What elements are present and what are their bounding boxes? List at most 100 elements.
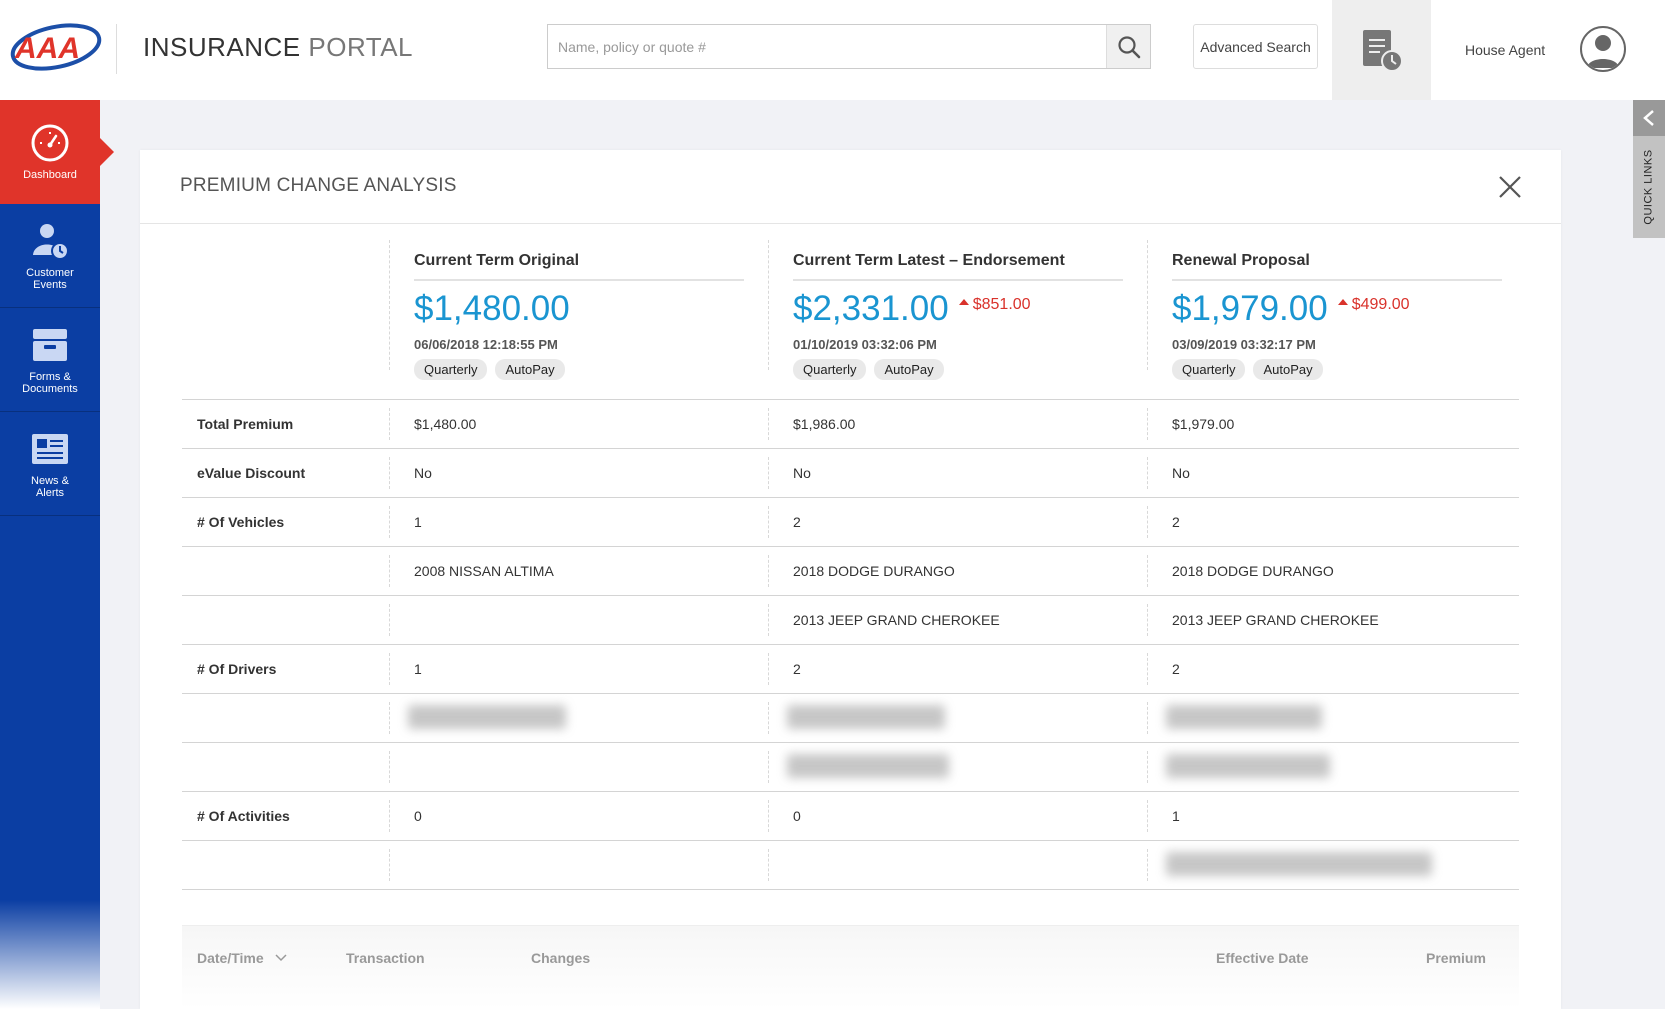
sidebar-item-customer-events[interactable]: Customer Events [0, 204, 100, 308]
cell-divider [1147, 849, 1148, 881]
column-timestamp: 06/06/2018 12:18:55 PM [414, 337, 558, 352]
payment-frequency-pill: Quarterly [1172, 359, 1246, 380]
row-label: # Of Drivers [197, 661, 277, 677]
aaa-logo[interactable]: AAA [8, 22, 104, 80]
cell-divider [1147, 800, 1148, 832]
payment-frequency-pill: Quarterly [793, 359, 867, 380]
table-cell: $1,480.00 [414, 416, 477, 432]
cell-divider [768, 849, 769, 881]
table-cell: 0 [414, 808, 422, 824]
redacted-activity [1166, 852, 1432, 876]
close-icon [1499, 176, 1521, 198]
cell-divider [768, 604, 769, 636]
column-divider [389, 240, 390, 370]
cell-divider [768, 751, 769, 783]
table-cell: 2 [793, 661, 801, 677]
row-label: eValue Discount [197, 465, 306, 481]
premium-price: $1,480.00 [414, 289, 570, 328]
table-row-vehicles: # Of Vehicles 1 2 2 [182, 498, 1519, 547]
cell-divider [768, 555, 769, 587]
price-row: $2,331.00 $851.00 [793, 289, 1123, 329]
document-clock-icon [1362, 30, 1403, 72]
cell-divider [1147, 751, 1148, 783]
table-row-driver-1 [182, 694, 1519, 743]
cell-divider [389, 653, 390, 685]
premium-header[interactable]: Premium [1426, 950, 1486, 966]
pill-group: Quarterly AutoPay [1172, 359, 1502, 380]
table-row-evalue-discount: eValue Discount No No No [182, 449, 1519, 498]
table-cell: No [793, 465, 811, 481]
table-cell: $1,979.00 [1172, 416, 1235, 432]
close-button[interactable] [1495, 172, 1525, 202]
table-cell: 0 [793, 808, 801, 824]
sidebar: Dashboard Customer Events Forms & Docume… [0, 100, 114, 1009]
pill-group: Quarterly AutoPay [793, 359, 1123, 380]
column-header-current-original: Current Term Original $1,480.00 06/06/20… [414, 240, 744, 380]
premium-price: $1,979.00 [1172, 289, 1328, 328]
cell-divider [768, 457, 769, 489]
table-cell: 1 [414, 661, 422, 677]
table-cell: 2008 NISSAN ALTIMA [414, 563, 554, 579]
sidebar-item-dashboard[interactable]: Dashboard [0, 100, 114, 204]
price-row: $1,979.00 $499.00 [1172, 289, 1502, 329]
changes-header[interactable]: Changes [531, 950, 590, 966]
autopay-pill: AutoPay [1253, 359, 1323, 380]
column-divider [768, 240, 769, 370]
column-divider [1147, 240, 1148, 370]
table-cell: 2 [1172, 514, 1180, 530]
column-header-renewal-proposal: Renewal Proposal $1,979.00 $499.00 03/09… [1172, 240, 1502, 380]
autopay-pill: AutoPay [495, 359, 565, 380]
table-cell: No [414, 465, 432, 481]
search-button[interactable] [1106, 25, 1150, 68]
user-name: House Agent [1465, 42, 1546, 58]
column-title: Renewal Proposal [1172, 252, 1502, 281]
cell-divider [389, 702, 390, 734]
table-cell: 2 [1172, 661, 1180, 677]
table-cell: No [1172, 465, 1190, 481]
portal-title-light: PORTAL [308, 32, 414, 62]
increase-arrow-icon [1337, 299, 1348, 305]
user-avatar[interactable] [1580, 26, 1626, 72]
transactions-table-header: Date/Time Transaction Changes Effective … [182, 925, 1519, 1009]
sidebar-item-forms-documents[interactable]: Forms & Documents [0, 308, 100, 412]
cell-divider [389, 555, 390, 587]
panel-divider [140, 223, 1561, 224]
chevron-left-icon[interactable] [1633, 100, 1665, 136]
cell-divider [768, 653, 769, 685]
cell-divider [768, 800, 769, 832]
pill-group: Quarterly AutoPay [414, 359, 744, 380]
cell-divider [1147, 408, 1148, 440]
table-cell: 1 [1172, 808, 1180, 824]
newspaper-icon [32, 433, 68, 464]
portal-title-strong: INSURANCE [143, 32, 301, 62]
quick-links-tab[interactable]: QUICK LINKS [1633, 100, 1665, 238]
panel-title: PREMIUM CHANGE ANALYSIS [180, 175, 457, 196]
top-header: AAA INSURANCE PORTAL Advanced Search Hou… [0, 0, 1665, 100]
search-input[interactable] [548, 25, 1108, 68]
effective-date-header[interactable]: Effective Date [1216, 950, 1309, 966]
table-row-vehicle-2: 2013 JEEP GRAND CHEROKEE 2013 JEEP GRAND… [182, 596, 1519, 645]
cell-divider [389, 849, 390, 881]
cell-divider [389, 506, 390, 538]
table-row-total-premium: Total Premium $1,480.00 $1,986.00 $1,979… [182, 400, 1519, 449]
cell-divider [768, 408, 769, 440]
column-title: Current Term Original [414, 252, 744, 281]
gauge-icon [31, 124, 69, 162]
table-cell: 2013 JEEP GRAND CHEROKEE [793, 612, 1000, 628]
autopay-pill: AutoPay [874, 359, 944, 380]
quick-links-label-box[interactable]: QUICK LINKS [1633, 136, 1665, 238]
quick-links-label: QUICK LINKS [1643, 149, 1655, 225]
premium-delta: $851.00 [958, 296, 1031, 314]
transaction-header[interactable]: Transaction [346, 950, 425, 966]
redacted-driver-name [1166, 754, 1330, 778]
user-clock-icon [33, 223, 69, 260]
recent-documents-button[interactable] [1332, 0, 1431, 100]
cell-divider [768, 506, 769, 538]
premium-delta: $499.00 [1337, 296, 1410, 314]
cell-divider [1147, 604, 1148, 636]
column-timestamp: 01/10/2019 03:32:06 PM [793, 337, 937, 352]
column-header-label: Date/Time [197, 950, 264, 966]
sort-date-time-header[interactable]: Date/Time [197, 950, 288, 966]
advanced-search-button[interactable]: Advanced Search [1193, 24, 1318, 69]
sidebar-item-news-alerts[interactable]: News & Alerts [0, 412, 100, 516]
